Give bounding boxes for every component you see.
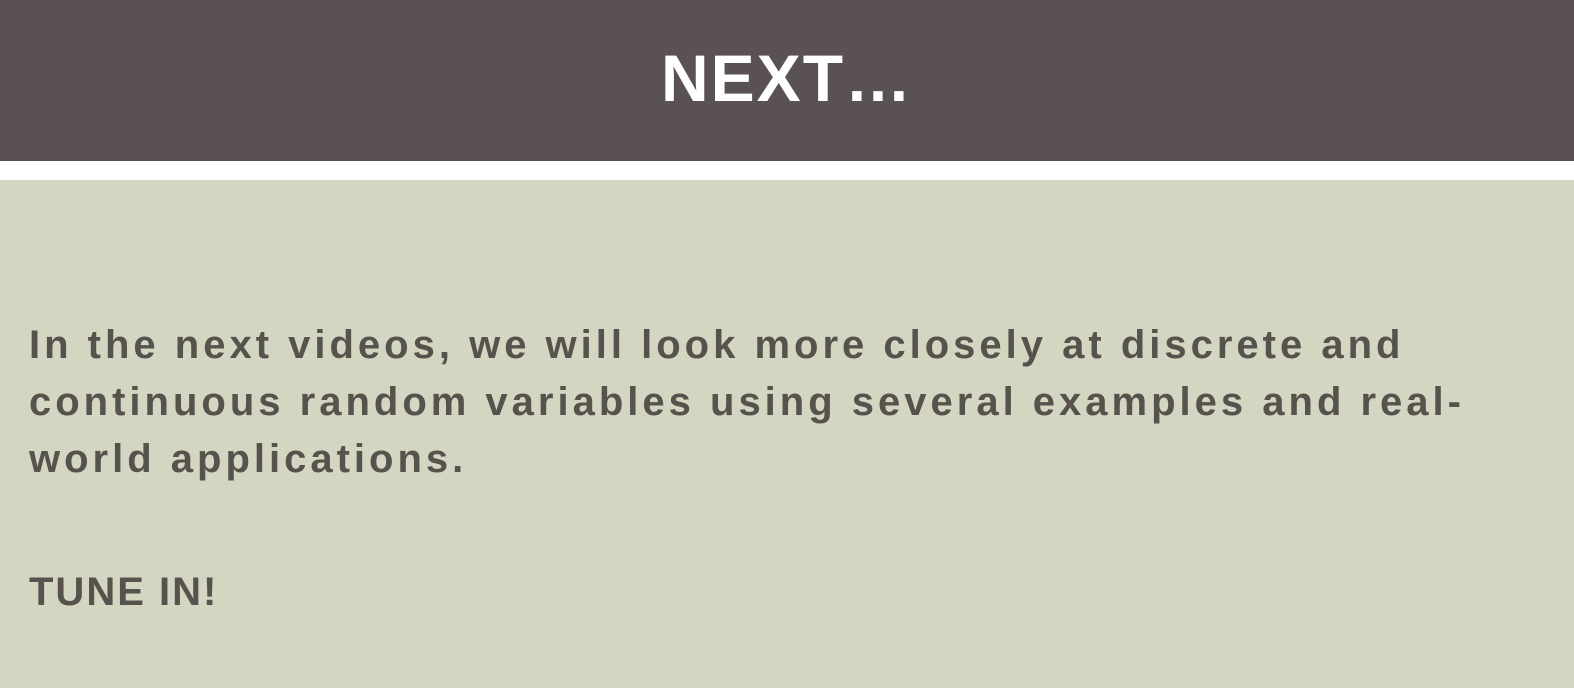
- title-bar: NEXT…: [0, 0, 1574, 161]
- body-paragraph: In the next videos, we will look more cl…: [29, 323, 1465, 481]
- content-area: In the next videos, we will look more cl…: [0, 180, 1574, 688]
- slide-title: NEXT…: [660, 40, 914, 115]
- closing-text: TUNE IN!: [29, 570, 219, 614]
- divider: [0, 161, 1574, 180]
